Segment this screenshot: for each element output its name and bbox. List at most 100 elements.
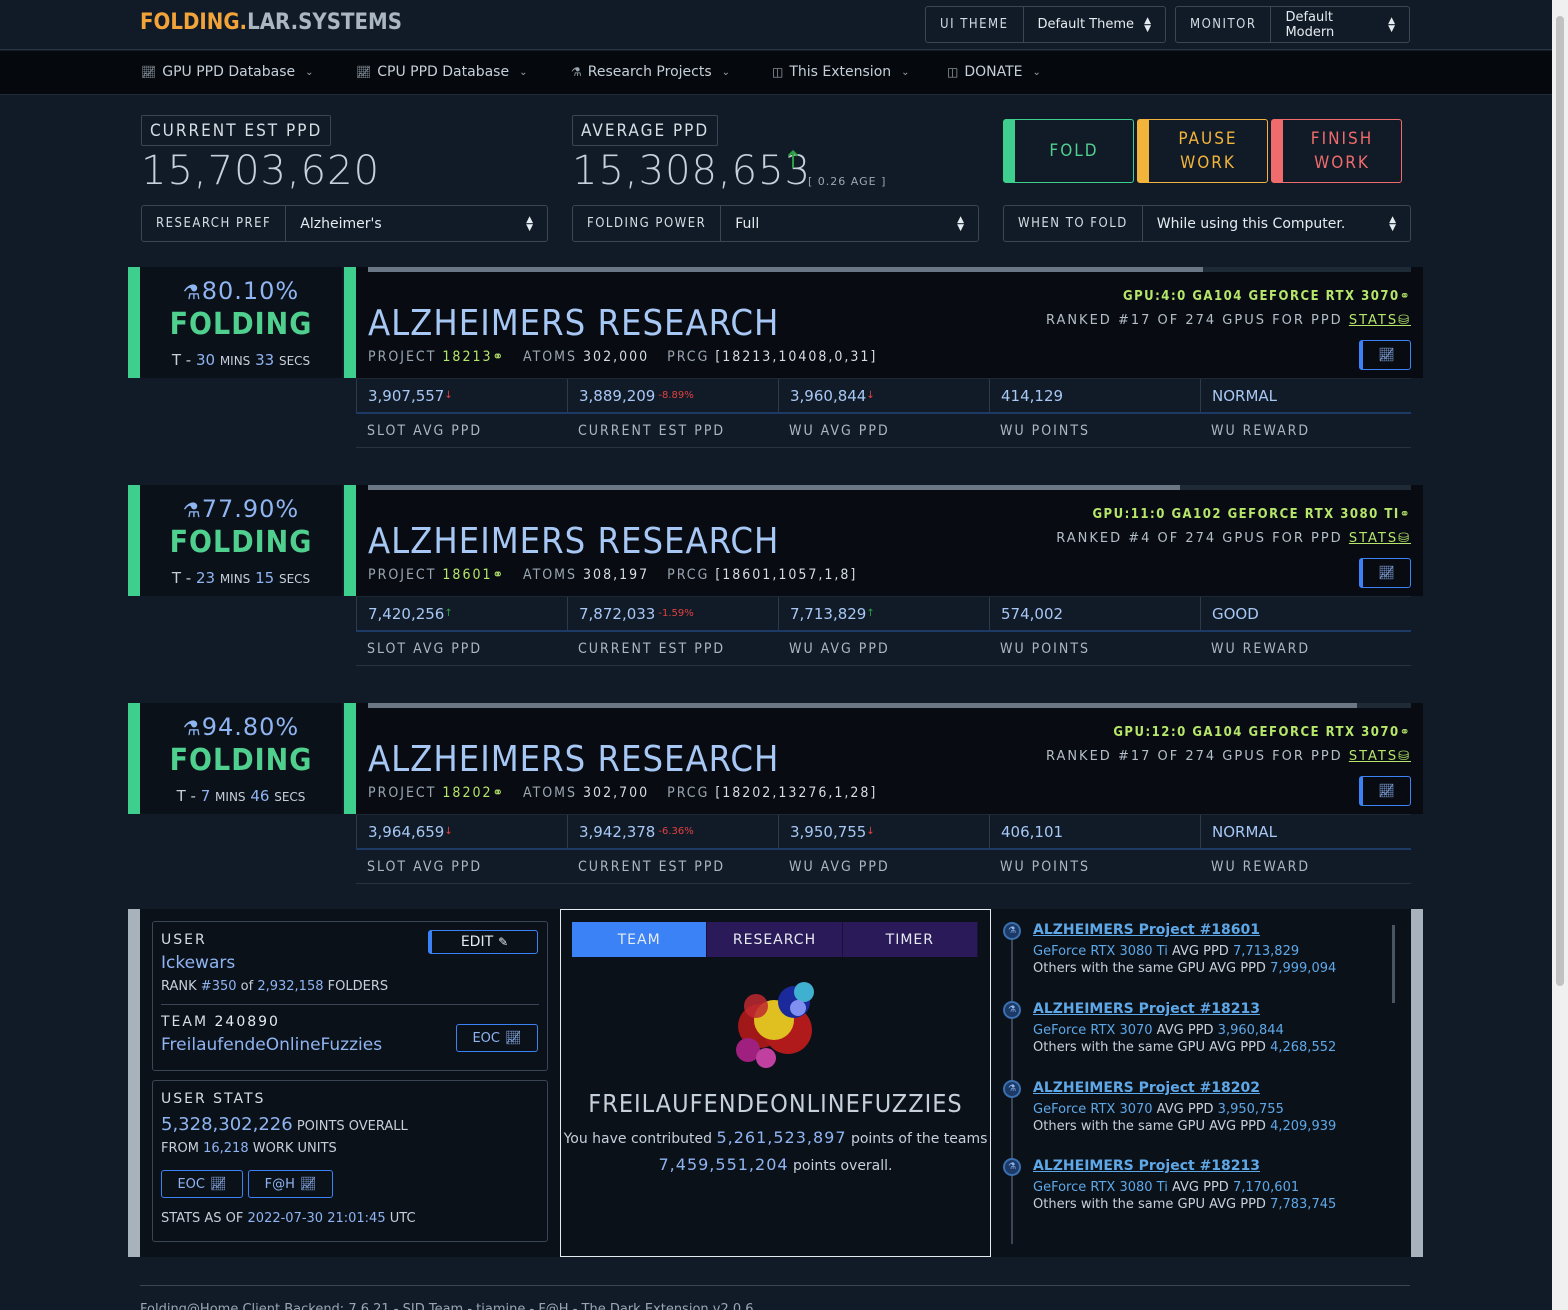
feed-project-link[interactable]: ALZHEIMERS Project #18601 — [1033, 922, 1336, 938]
slot-header: WU POINTS — [1000, 640, 1091, 657]
when-to-fold-select[interactable]: WHEN TO FOLD While using this Computer. ▲… — [1003, 205, 1411, 242]
wu-reward-cell: NORMAL — [1200, 379, 1411, 412]
slot-chart-button[interactable]: 📈︎ — [1359, 558, 1411, 588]
feed-project-link[interactable]: ALZHEIMERS Project #18213 — [1033, 1001, 1336, 1017]
chart-icon: 📈︎ — [505, 1030, 522, 1046]
wu-avg-ppd-cell: 3,950,755 ↓ — [778, 815, 989, 848]
chevron-down-icon: ⌄ — [901, 66, 910, 78]
chart-icon: 📈︎ — [299, 1176, 317, 1192]
eta-secs: 15 — [255, 569, 275, 587]
gpu-name: GPU:12:0 GA104 GEFORCE RTX 3070 — [1113, 725, 1400, 740]
nav-research-projects[interactable]: ⚗ Research Projects ⌄ — [571, 64, 730, 80]
feed-scrollbar[interactable] — [1392, 925, 1395, 1003]
eta-mins: 7 — [200, 787, 211, 805]
chart-icon: 📈︎ — [1378, 783, 1395, 799]
contrib-value: 5,261,523,897 — [716, 1128, 847, 1147]
scrollbar-thumb[interactable] — [1556, 16, 1564, 986]
research-pref-select[interactable]: RESEARCH PREF Alzheimer's ▲ ▼ — [141, 205, 548, 242]
tab-label: RESEARCH — [732, 931, 817, 948]
flask-icon: ⚗ — [1003, 1158, 1021, 1176]
project-label: PROJECT — [368, 785, 437, 801]
when-to-fold-label: WHEN TO FOLD — [1004, 206, 1143, 241]
pause-work-button[interactable]: PAUSE WORK — [1137, 119, 1268, 183]
asof-label: STATS AS OF — [161, 1211, 244, 1226]
feed-others-value: 7,999,094 — [1270, 961, 1337, 976]
slot-eta: T - 30 MINS 33 SECS — [140, 351, 342, 369]
nav-cpu-ppd-database[interactable]: 📈︎ CPU PPD Database ⌄ — [356, 64, 527, 80]
cur-est-change: -1.59% — [658, 608, 694, 619]
feed-project-link[interactable]: ALZHEIMERS Project #18213 — [1033, 1158, 1336, 1174]
brand-logo[interactable]: FOLDING.LAR.SYSTEMS — [140, 10, 402, 35]
user-fah-button[interactable]: F@H 📈︎ — [248, 1170, 333, 1198]
tab-timer[interactable]: TIMER — [842, 922, 978, 957]
arrow-up-icon: ↑ — [783, 146, 804, 174]
edit-label: EDIT — [460, 934, 494, 950]
slot-header: SLOT AVG PPD — [367, 640, 483, 657]
tab-team[interactable]: TEAM — [572, 922, 708, 957]
finish-work-button[interactable]: FINISH WORK — [1271, 119, 1402, 183]
nav-label: CPU PPD Database — [377, 64, 510, 80]
link-icon[interactable]: ⚭ — [492, 567, 505, 583]
project-value[interactable]: 18601 — [442, 567, 492, 583]
slot-chart-button[interactable]: 📈︎ — [1359, 776, 1411, 806]
eta-prefix: T - — [171, 569, 196, 587]
nav-gpu-ppd-database[interactable]: 📈︎ GPU PPD Database ⌄ — [141, 64, 314, 80]
link-icon[interactable]: ⚭ — [492, 349, 505, 365]
window-icon: ◫ — [772, 65, 784, 79]
footer-text: Folding@Home Client Backend: 7.6.21 - SI… — [140, 1302, 754, 1310]
tab-research[interactable]: RESEARCH — [707, 922, 843, 957]
link-icon[interactable]: ⚭ — [492, 785, 505, 801]
wu-avg-ppd-cell: 7,713,829 ↑ — [778, 597, 989, 630]
brand-part1: FOLDING. — [140, 10, 248, 35]
fold-button[interactable]: FOLD — [1003, 119, 1134, 183]
prcg-value: [18202,13276,1,28] — [715, 785, 878, 801]
feed-gpu-line: GeForce RTX 3070 AVG PPD 3,960,844 — [1033, 1023, 1336, 1038]
eta-secs: 46 — [250, 787, 270, 805]
page-scrollbar[interactable] — [1552, 0, 1568, 1310]
slot-eta: T - 7 MINS 46 SECS — [140, 787, 342, 805]
monitor-label: MONITOR — [1176, 7, 1272, 42]
stats-link[interactable]: STATS⛁ — [1349, 749, 1411, 764]
edit-user-button[interactable]: EDIT ✎ — [428, 930, 538, 954]
finish-line1: FINISH — [1310, 129, 1374, 149]
slot-values-row: 3,907,557 ↓ 3,889,209 -8.89% 3,960,844 ↓ 41… — [356, 378, 1411, 414]
current-est-ppd-value: 15,703,620 — [141, 148, 381, 194]
secs-label: SECS — [278, 354, 311, 368]
project-label: PROJECT — [368, 349, 437, 365]
select-arrows-icon: ▲ ▼ — [1144, 15, 1151, 34]
nav-this-extension[interactable]: ◫ This Extension ⌄ — [772, 64, 910, 80]
feed-others-label: Others with the same GPU AVG PPD — [1033, 1197, 1266, 1212]
feed-gpu: GeForce RTX 3080 Ti — [1033, 1180, 1168, 1195]
slot-gpu-link[interactable]: GPU:11:0 GA102 GEFORCE RTX 3080 TI⚭ — [1092, 507, 1411, 522]
eta-secs: 33 — [255, 351, 275, 369]
slot-header: SLOT AVG PPD — [367, 858, 483, 875]
slot-chart-button[interactable]: 📈︎ — [1359, 340, 1411, 370]
team-eoc-button[interactable]: EOC 📈︎ — [456, 1024, 538, 1052]
stats-label: STATS — [1348, 313, 1399, 328]
feed-project-link[interactable]: ALZHEIMERS Project #18202 — [1033, 1080, 1336, 1096]
slot-status-panel: ⚗94.80% FOLDING T - 7 MINS 46 SECS — [128, 703, 342, 814]
eoc-label: EOC — [177, 1176, 205, 1192]
ui-theme-select[interactable]: UI THEME Default Theme ▲ ▼ — [925, 6, 1166, 43]
project-value[interactable]: 18213 — [442, 349, 492, 365]
wu-avg-ppd-cell: 3,960,844 ↓ — [778, 379, 989, 412]
nav-donate[interactable]: ◫ DONATE ⌄ — [947, 64, 1041, 80]
stats-link[interactable]: STATS⛁ — [1349, 531, 1411, 546]
slot-gpu-link[interactable]: GPU:12:0 GA104 GEFORCE RTX 3070⚭ — [1113, 725, 1411, 740]
stats-as-of: STATS AS OF 2022-07-30 21:01:45 UTC — [161, 1211, 416, 1226]
wu-reward-value: NORMAL — [1212, 822, 1278, 841]
user-eoc-button[interactable]: EOC 📈︎ — [161, 1170, 243, 1198]
nav-label: GPU PPD Database — [162, 64, 296, 80]
feed-avg-label: AVG PPD — [1156, 1102, 1214, 1117]
gpu-name: GPU:11:0 GA102 GEFORCE RTX 3080 TI — [1092, 507, 1400, 522]
feed-gpu: GeForce RTX 3070 — [1033, 1023, 1153, 1038]
folding-power-select[interactable]: FOLDING POWER Full ▲ ▼ — [572, 205, 979, 242]
slot-gpu-link[interactable]: GPU:4:0 GA104 GEFORCE RTX 3070⚭ — [1123, 289, 1411, 304]
rank-of: of — [240, 979, 254, 994]
arrow-down-icon: ↓ — [866, 390, 875, 401]
stats-link[interactable]: STATS⛁ — [1349, 313, 1411, 328]
project-value[interactable]: 18202 — [442, 785, 492, 801]
monitor-select[interactable]: MONITOR Default Modern ▲ ▼ — [1175, 6, 1410, 43]
fah-label: F@H — [264, 1176, 295, 1192]
brand-part2: LAR.SYSTEMS — [247, 10, 403, 35]
